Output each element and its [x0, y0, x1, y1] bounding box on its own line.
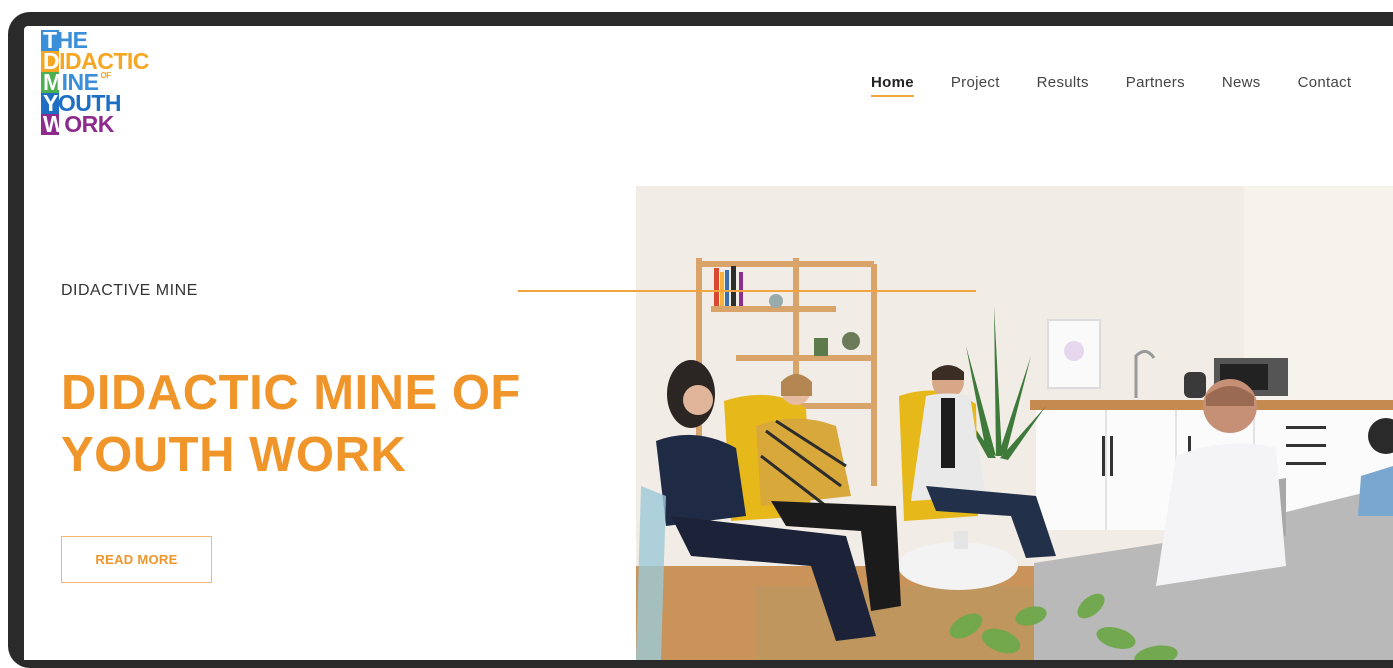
nav-partners[interactable]: Partners: [1126, 74, 1185, 97]
nav-results[interactable]: Results: [1037, 74, 1089, 97]
nav-home[interactable]: Home: [871, 74, 914, 97]
site-logo[interactable]: THE DIDACTIC MINE OF YOUTH WORK: [41, 29, 181, 136]
nav-contact[interactable]: Contact: [1298, 74, 1352, 97]
hero-eyebrow: DIDACTIVE MINE: [61, 282, 198, 299]
read-more-button[interactable]: READ MORE: [61, 536, 212, 583]
hero-headline: DIDACTIC MINE OF YOUTH WORK: [61, 362, 621, 486]
logo-of: OF: [100, 71, 112, 80]
main-nav: Home Project Results Partners News Conta…: [871, 74, 1351, 97]
hero-headline-line2: YOUTH WORK: [61, 428, 407, 482]
nav-news[interactable]: News: [1222, 74, 1261, 97]
browser-viewport: THE DIDACTIC MINE OF YOUTH WORK Home Proj…: [24, 26, 1393, 660]
accent-divider: [518, 290, 976, 292]
hero-headline-line1: DIDACTIC MINE OF: [61, 366, 521, 420]
hero-photo: [636, 186, 1393, 660]
nav-project[interactable]: Project: [951, 74, 1000, 97]
